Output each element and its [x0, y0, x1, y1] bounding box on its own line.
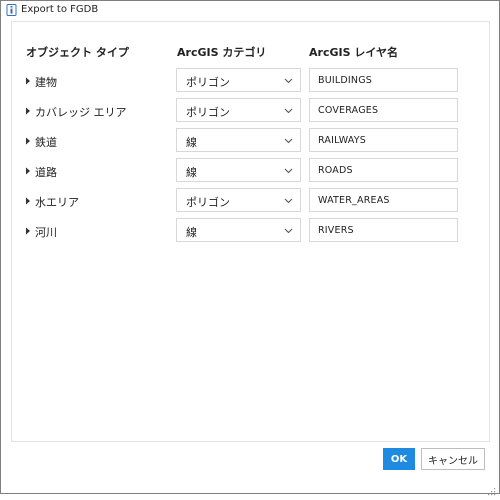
layer-name-field[interactable]: WATER_AREAS — [309, 188, 458, 212]
layer-name-field[interactable]: RAILWAYS — [309, 128, 458, 152]
category-select[interactable]: 線 — [176, 158, 301, 182]
category-select[interactable]: ポリゴン — [176, 68, 301, 92]
chevron-down-icon — [284, 77, 293, 84]
layer-name-value: ROADS — [318, 165, 353, 176]
expand-icon[interactable] — [24, 166, 32, 176]
layer-mapping-panel: オブジェクト タイプ ArcGIS カテゴリ ArcGIS レイヤ名 建物 ポリ… — [11, 21, 490, 442]
category-select[interactable]: 線 — [176, 128, 301, 152]
table-row: 道路 線 ROADS — [12, 158, 489, 184]
layer-name-value: BUILDINGS — [318, 75, 372, 86]
category-select[interactable]: 線 — [176, 218, 301, 242]
layer-name-field[interactable]: RIVERS — [309, 218, 458, 242]
cancel-button[interactable]: キャンセル — [421, 448, 485, 470]
app-icon — [6, 4, 17, 16]
category-value: ポリゴン — [186, 196, 230, 209]
category-value: ポリゴン — [186, 106, 230, 119]
column-header-arcgis-layer-name: ArcGIS レイヤ名 — [309, 46, 399, 59]
title-bar: Export to FGDB — [1, 1, 499, 20]
chevron-down-icon — [284, 137, 293, 144]
object-type-label: カバレッジ エリア — [35, 106, 127, 119]
layer-name-value: COVERAGES — [318, 105, 379, 116]
expand-icon[interactable] — [24, 76, 32, 86]
category-select[interactable]: ポリゴン — [176, 188, 301, 212]
export-dialog: Export to FGDB オブジェクト タイプ ArcGIS カテゴリ Ar… — [0, 0, 500, 496]
chevron-down-icon — [284, 167, 293, 174]
table-row: 河川 線 RIVERS — [12, 218, 489, 244]
chevron-down-icon — [284, 107, 293, 114]
expand-icon[interactable] — [24, 196, 32, 206]
expand-icon[interactable] — [24, 136, 32, 146]
column-header-arcgis-category: ArcGIS カテゴリ — [177, 46, 267, 59]
table-row: 水エリア ポリゴン WATER_AREAS — [12, 188, 489, 214]
ok-button[interactable]: OK — [383, 448, 415, 470]
layer-name-field[interactable]: ROADS — [309, 158, 458, 182]
chevron-down-icon — [284, 197, 293, 204]
column-header-object-type: オブジェクト タイプ — [26, 46, 129, 59]
chevron-down-icon — [284, 227, 293, 234]
table-row: カバレッジ エリア ポリゴン COVERAGES — [12, 98, 489, 124]
layer-name-value: RIVERS — [318, 225, 354, 236]
table-row: 鉄道 線 RAILWAYS — [12, 128, 489, 154]
object-type-label: 河川 — [35, 226, 57, 239]
object-type-label: 鉄道 — [35, 136, 57, 149]
category-value: 線 — [186, 136, 197, 149]
category-value: ポリゴン — [186, 76, 230, 89]
layer-name-value: RAILWAYS — [318, 135, 367, 146]
object-type-label: 水エリア — [35, 196, 79, 209]
object-type-label: 建物 — [35, 76, 57, 89]
category-select[interactable]: ポリゴン — [176, 98, 301, 122]
window-title: Export to FGDB — [21, 4, 99, 15]
resize-grip-icon[interactable] — [487, 481, 496, 496]
category-value: 線 — [186, 166, 197, 179]
table-row: 建物 ポリゴン BUILDINGS — [12, 68, 489, 94]
expand-icon[interactable] — [24, 106, 32, 116]
layer-name-field[interactable]: COVERAGES — [309, 98, 458, 122]
layer-name-value: WATER_AREAS — [318, 195, 390, 206]
expand-icon[interactable] — [24, 226, 32, 236]
object-type-label: 道路 — [35, 166, 57, 179]
category-value: 線 — [186, 226, 197, 239]
layer-name-field[interactable]: BUILDINGS — [309, 68, 458, 92]
